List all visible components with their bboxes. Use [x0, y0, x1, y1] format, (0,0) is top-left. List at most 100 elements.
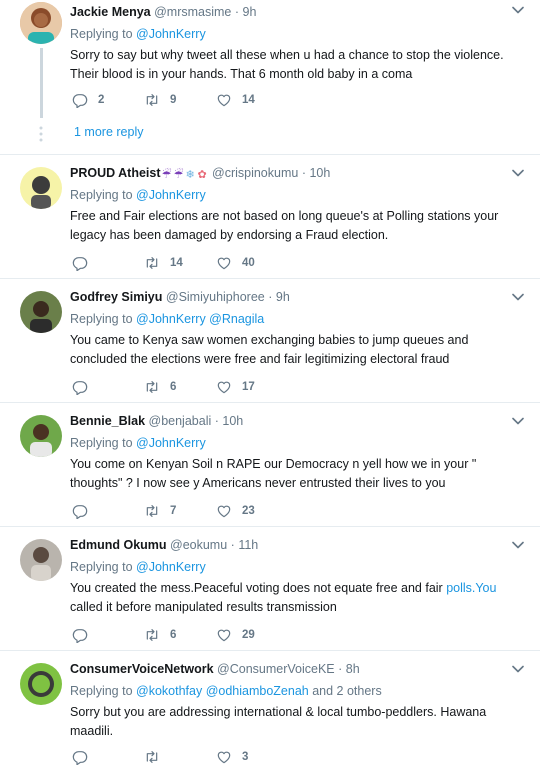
- retweet-button[interactable]: 6: [144, 379, 216, 395]
- tweet[interactable]: PROUD Atheist☔ ☔ ❄ ✿ @crispinokumu · 10h Re…: [0, 155, 540, 279]
- like-button[interactable]: 40: [216, 255, 288, 271]
- timestamp[interactable]: 10h: [309, 166, 330, 180]
- tweet-text: Free and Fair elections are not based on…: [70, 209, 499, 242]
- umbrella-emoji-icon: ☔: [161, 169, 172, 181]
- chevron-down-icon[interactable]: [512, 6, 524, 14]
- user-handle[interactable]: @Simiyuhiphoree: [166, 290, 265, 304]
- tweet[interactable]: Jackie Menya @mrsmasime · 9h Replying to…: [0, 0, 540, 155]
- mention-link[interactable]: @JohnKerry @Rnagila: [136, 312, 264, 326]
- text-link[interactable]: polls.You: [446, 581, 496, 595]
- retweet-button[interactable]: 7: [144, 503, 216, 519]
- more-replies-link[interactable]: 1 more reply: [74, 125, 143, 139]
- like-count: 23: [242, 505, 255, 517]
- reply-button[interactable]: [72, 627, 144, 643]
- like-icon: [216, 92, 232, 108]
- retweet-icon: [144, 749, 160, 765]
- timestamp[interactable]: 10h: [222, 414, 243, 428]
- mention-link[interactable]: @JohnKerry: [136, 188, 206, 202]
- avatar[interactable]: [20, 2, 62, 44]
- reply-button[interactable]: 2: [72, 92, 144, 108]
- thread-line: [40, 48, 43, 118]
- reply-icon: [72, 255, 88, 271]
- tweet[interactable]: Godfrey Simiyu @Simiyuhiphoree · 9h Repl…: [0, 279, 540, 403]
- like-count: 3: [242, 751, 249, 763]
- timestamp[interactable]: 11h: [238, 538, 258, 552]
- chevron-down-icon[interactable]: [512, 293, 524, 301]
- chevron-down-icon[interactable]: [512, 417, 524, 425]
- like-button[interactable]: 3: [216, 749, 288, 765]
- separator: ·: [230, 538, 235, 552]
- user-handle[interactable]: @ConsumerVoiceKE: [217, 662, 335, 676]
- timestamp[interactable]: 9h: [276, 290, 290, 304]
- replying-to: Replying to @JohnKerry @Rnagila: [70, 312, 265, 326]
- like-button[interactable]: 14: [216, 92, 288, 108]
- like-icon: [216, 627, 232, 643]
- mention-link[interactable]: @kokothfay @odhiamboZenah: [136, 684, 309, 698]
- retweet-count: 7: [170, 505, 177, 517]
- like-count: 29: [242, 629, 255, 641]
- like-icon: [216, 255, 232, 271]
- tweet-header: PROUD Atheist☔ ☔ ❄ ✿ @crispinokumu · 10h: [70, 165, 524, 182]
- retweet-icon: [144, 503, 160, 519]
- display-name[interactable]: Godfrey Simiyu: [70, 290, 162, 304]
- reply-count: 2: [98, 94, 105, 106]
- retweet-icon: [144, 379, 160, 395]
- display-name[interactable]: Edmund Okumu: [70, 538, 167, 552]
- tweet-header: Bennie_Blak @benjabali · 10h: [70, 413, 524, 430]
- tweet-header: Edmund Okumu @eokumu · 11h: [70, 537, 524, 554]
- user-handle[interactable]: @crispinokumu: [212, 166, 298, 180]
- like-count: 17: [242, 381, 255, 393]
- replying-to: Replying to @JohnKerry: [70, 27, 206, 41]
- avatar[interactable]: [20, 663, 62, 705]
- reply-button[interactable]: [72, 503, 144, 519]
- chevron-down-icon[interactable]: [512, 665, 524, 673]
- display-name[interactable]: Bennie_Blak: [70, 414, 145, 428]
- tweet[interactable]: Edmund Okumu @eokumu · 11h Replying to @…: [0, 527, 540, 651]
- mention-link[interactable]: @JohnKerry: [136, 560, 206, 574]
- avatar[interactable]: [20, 291, 62, 333]
- mention-link[interactable]: @JohnKerry: [136, 436, 206, 450]
- reply-button[interactable]: [72, 379, 144, 395]
- user-handle[interactable]: @benjabali: [149, 414, 212, 428]
- retweet-button[interactable]: [144, 749, 216, 765]
- display-name[interactable]: ConsumerVoiceNetwork: [70, 662, 214, 676]
- tweet-text: Sorry but you are addressing internation…: [70, 705, 487, 738]
- tweet-text: You created the mess.Peaceful voting doe…: [70, 581, 497, 614]
- snowflake-emoji-icon: ❄: [185, 169, 195, 181]
- others-link[interactable]: and 2 others: [312, 684, 382, 698]
- flower-emoji-icon: ✿: [197, 169, 207, 181]
- display-name[interactable]: PROUD Atheist: [70, 166, 161, 180]
- retweet-button[interactable]: 9: [144, 92, 216, 108]
- avatar[interactable]: [20, 167, 62, 209]
- avatar[interactable]: [20, 539, 62, 581]
- like-count: 14: [242, 94, 255, 106]
- retweet-button[interactable]: 6: [144, 627, 216, 643]
- like-button[interactable]: 17: [216, 379, 288, 395]
- tweet-text: Sorry to say but why tweet all these whe…: [70, 48, 504, 81]
- reply-icon: [72, 627, 88, 643]
- reply-button[interactable]: [72, 749, 144, 765]
- chevron-down-icon[interactable]: [512, 169, 524, 177]
- replying-to: Replying to @JohnKerry: [70, 436, 206, 450]
- tweet[interactable]: ConsumerVoiceNetwork @ConsumerVoiceKE · …: [0, 651, 540, 773]
- tweet[interactable]: Bennie_Blak @benjabali · 10h Replying to…: [0, 403, 540, 527]
- like-button[interactable]: 23: [216, 503, 288, 519]
- replying-to: Replying to @JohnKerry: [70, 560, 206, 574]
- display-name[interactable]: Jackie Menya: [70, 5, 151, 19]
- reply-icon: [72, 92, 88, 108]
- like-button[interactable]: 29: [216, 627, 288, 643]
- chevron-down-icon[interactable]: [512, 541, 524, 549]
- tweet-text: You come on Kenyan Soil n RAPE our Democ…: [70, 457, 477, 490]
- avatar[interactable]: [20, 415, 62, 457]
- mention-link[interactable]: @JohnKerry: [136, 27, 206, 41]
- timestamp[interactable]: 9h: [243, 5, 257, 19]
- tweet-text: You came to Kenya saw women exchanging b…: [70, 333, 469, 366]
- user-handle[interactable]: @eokumu: [170, 538, 227, 552]
- reply-button[interactable]: [72, 255, 144, 271]
- user-handle[interactable]: @mrsmasime: [154, 5, 231, 19]
- retweet-count: 14: [170, 257, 183, 269]
- timestamp[interactable]: 8h: [346, 662, 360, 676]
- reply-icon: [72, 379, 88, 395]
- like-icon: [216, 379, 232, 395]
- retweet-button[interactable]: 14: [144, 255, 216, 271]
